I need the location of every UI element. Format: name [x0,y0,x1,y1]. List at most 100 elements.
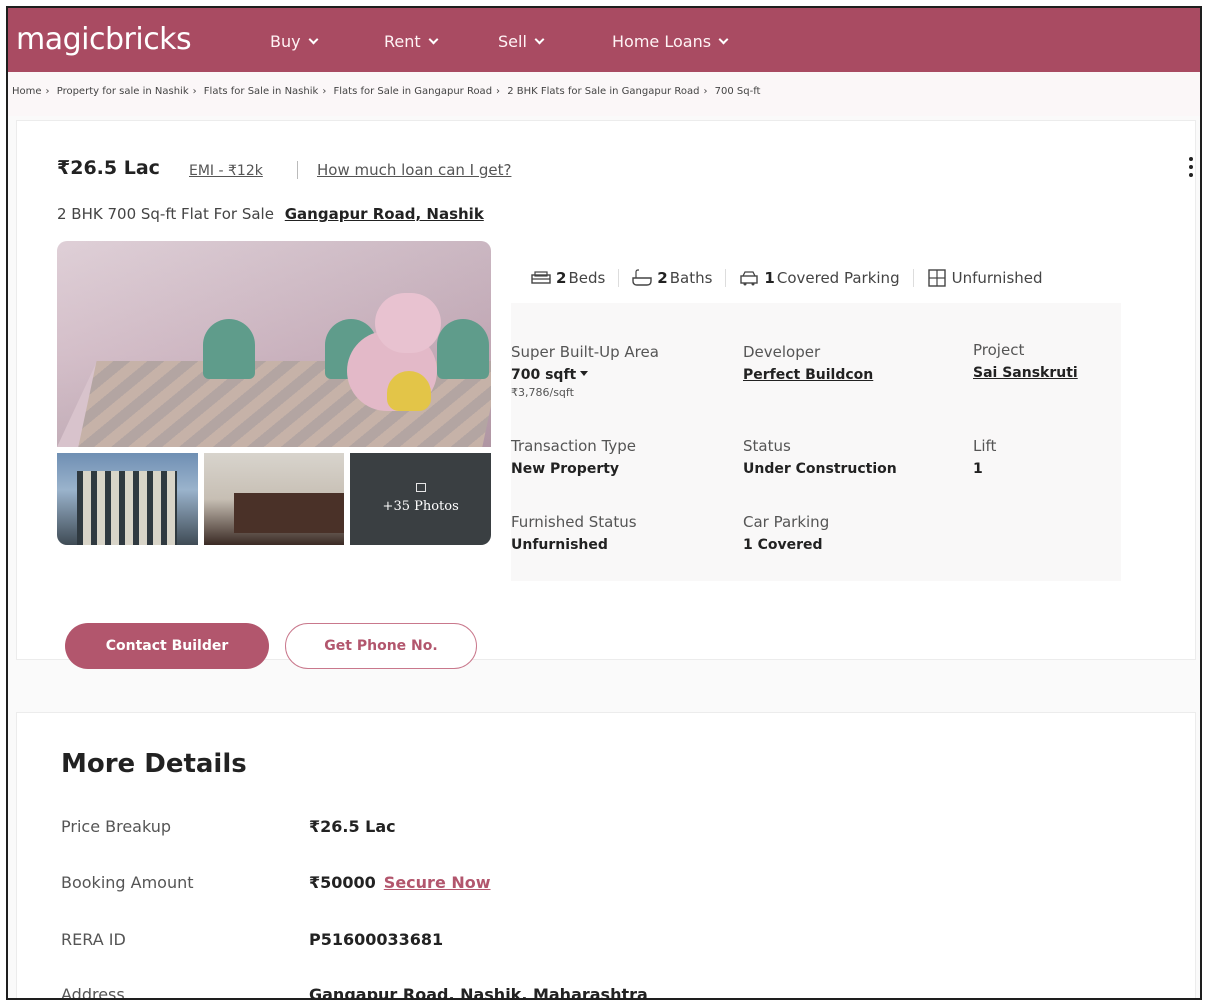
more-details-title: More Details [61,749,247,779]
field-project: Project Sai Sanskruti [973,341,1078,381]
more-options-icon[interactable] [1189,157,1195,181]
car-parking-label: Car Parking [743,513,830,531]
property-price: ₹26.5 Lac [57,157,160,179]
developer-link[interactable]: Perfect Buildcon [743,367,873,383]
thumbnail-building[interactable] [57,453,198,545]
breadcrumb-separator: › [322,86,327,97]
baths-count: 2 [657,269,668,287]
chevron-down-icon [534,34,545,45]
divider [297,161,298,179]
chevron-down-icon [308,34,319,45]
breadcrumb-item[interactable]: 2 BHK Flats for Sale in Gangapur Road [507,86,699,97]
car-icon [740,271,759,286]
breadcrumb-separator: › [496,86,501,97]
field-lift: Lift 1 [973,437,996,477]
booking-amount-value: ₹50000 Secure Now [309,873,491,892]
nav-sell-label: Sell [498,32,527,51]
beds-count: 2 [556,269,567,287]
thumbnail-kitchen[interactable] [203,453,345,545]
address-value: Gangapur Road, Nashik, Maharashtra [309,985,648,1000]
amenity-parking: 1 Covered Parking [739,269,900,287]
field-super-area: Super Built-Up Area 700 sqft ₹3,786/sqft [511,343,659,399]
breadcrumb-separator: › [703,86,708,97]
breadcrumb-separator: › [45,86,50,97]
nav-rent[interactable]: Rent [384,32,439,51]
field-furnished-status: Furnished Status Unfurnished [511,513,637,553]
booking-amount-label: Booking Amount [61,873,194,892]
caret-down-icon [580,371,589,376]
amenity-baths: 2 Baths [632,269,712,287]
developer-label: Developer [743,343,821,361]
bathtub-icon [632,269,652,286]
property-details-grid: Super Built-Up Area 700 sqft ₹3,786/sqft… [511,303,1121,581]
lift-value: 1 [973,461,983,477]
amenity-beds: 2 Beds [531,269,605,287]
secure-now-link[interactable]: Secure Now [384,873,491,892]
status-label: Status [743,437,791,455]
lift-label: Lift [973,437,997,455]
contact-builder-button[interactable]: Contact Builder [65,623,269,669]
more-details-section: More Details Price Breakup ₹26.5 Lac Boo… [16,712,1196,1000]
furnishing-label: Unfurnished [951,269,1043,287]
bed-icon [531,271,551,284]
gallery-icon [416,483,427,492]
nav-sell[interactable]: Sell [498,32,545,51]
breadcrumb-item[interactable]: Flats for Sale in Nashik [204,86,319,97]
get-phone-button[interactable]: Get Phone No. [285,623,477,669]
field-car-parking: Car Parking 1 Covered [743,513,829,553]
transaction-type-value: New Property [511,461,620,477]
baths-label: Baths [669,269,713,287]
photo-thumbnails: +35 Photos [57,453,492,545]
property-card: ₹26.5 Lac EMI - ₹12k How much loan can I… [16,120,1196,669]
rera-id-label: RERA ID [61,930,126,949]
nav-rent-label: Rent [384,32,421,51]
super-area-label: Super Built-Up Area [511,343,659,361]
beds-label: Beds [568,269,606,287]
nav-home-loans[interactable]: Home Loans [612,32,729,51]
chevron-down-icon [718,34,729,45]
rera-id-value: P51600033681 [309,930,444,949]
breadcrumb-bar: Home › Property for sale in Nashik › Flats… [8,72,1200,116]
field-transaction-type: Transaction Type New Property [511,437,636,477]
furnished-status-label: Furnished Status [511,513,637,531]
project-label: Project [973,341,1025,359]
property-type: 2 BHK 700 Sq-ft Flat For Sale [57,205,274,223]
breadcrumb-separator: › [192,86,197,97]
furnished-status-value: Unfurnished [511,537,608,553]
price-breakup-label: Price Breakup [61,817,172,836]
parking-count: 1 [764,269,775,287]
property-subtitle: 2 BHK 700 Sq-ft Flat For Sale Gangapur R… [57,205,484,223]
breadcrumb: Home › Property for sale in Nashik › Flats… [12,86,760,97]
car-parking-value: 1 Covered [743,537,823,553]
nav-buy-label: Buy [270,32,301,51]
magicbricks-logo[interactable]: magicbricks [16,22,192,57]
view-all-photos[interactable]: +35 Photos [350,453,492,545]
photos-count: +35 Photos [382,499,459,514]
nav-buy[interactable]: Buy [270,32,319,51]
status-value: Under Construction [743,461,897,477]
amenities-row: 2 Beds 2 Baths 1 Covered Parking Unfurnishe… [531,269,1043,287]
project-link[interactable]: Sai Sanskruti [973,365,1078,381]
nav-home-loans-label: Home Loans [612,32,712,51]
super-area-value[interactable]: 700 sqft [511,367,659,383]
breadcrumb-item[interactable]: Property for sale in Nashik [57,86,189,97]
field-status: Status Under Construction [743,437,897,477]
emi-link[interactable]: EMI - ₹12k [189,163,263,179]
address-label: Address [61,985,125,1000]
price-per-sqft: ₹3,786/sqft [511,386,574,399]
parking-label: Covered Parking [776,269,900,287]
window-icon [927,269,946,287]
field-developer: Developer Perfect Buildcon [743,343,873,383]
breadcrumb-item[interactable]: Flats for Sale in Gangapur Road [334,86,493,97]
top-navbar: magicbricks Buy Rent Sell Home Loans [8,8,1200,72]
breadcrumb-current: 700 Sq-ft [714,86,761,97]
breadcrumb-item[interactable]: Home [12,86,42,97]
loan-eligibility-link[interactable]: How much loan can I get? [317,161,511,179]
chevron-down-icon [428,34,439,45]
property-main-photo[interactable] [57,241,491,447]
transaction-type-label: Transaction Type [511,437,637,455]
property-location-link[interactable]: Gangapur Road, Nashik [285,205,484,223]
price-breakup-value: ₹26.5 Lac [309,817,396,836]
browser-frame: magicbricks Buy Rent Sell Home Loans Hom… [6,6,1202,1000]
amenity-furnishing: Unfurnished [927,269,1043,287]
